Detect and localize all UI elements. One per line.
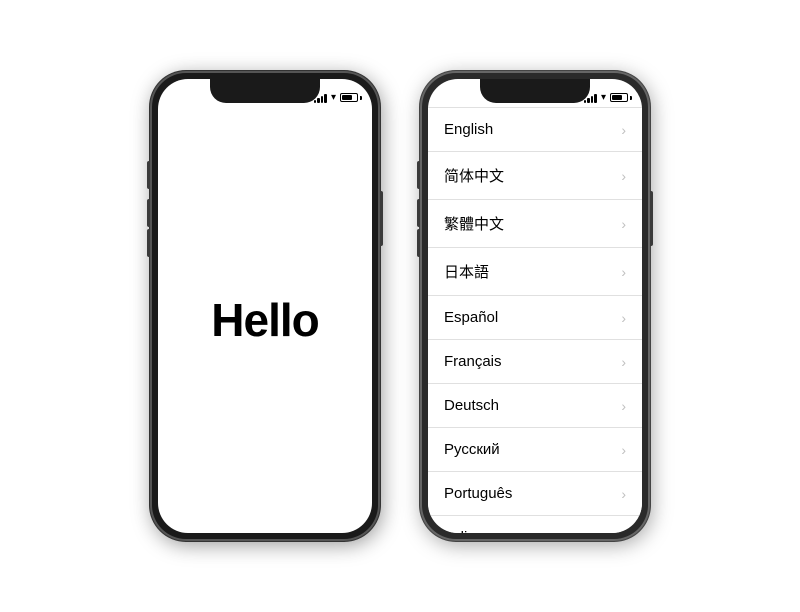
chevron-right-icon: › xyxy=(621,168,626,184)
language-item[interactable]: Português › xyxy=(428,472,642,516)
phone-1: ▾ Hello xyxy=(150,71,380,541)
status-icons-2: ▾ xyxy=(584,92,628,103)
language-item[interactable]: Français › xyxy=(428,340,642,384)
battery-icon-1 xyxy=(340,93,358,102)
language-label: Français xyxy=(444,353,502,370)
language-item[interactable]: English › xyxy=(428,107,642,152)
phone-2: ▾ English›简体中文›繁體中文›日本語›Español›Français… xyxy=(420,71,650,541)
language-label: Deutsch xyxy=(444,397,499,414)
language-label: 繁體中文 xyxy=(444,213,504,234)
language-item[interactable]: Español › xyxy=(428,296,642,340)
language-item[interactable]: 简体中文 › xyxy=(428,152,642,200)
notch-2 xyxy=(480,79,590,103)
notch-1 xyxy=(210,79,320,103)
language-screen: English›简体中文›繁體中文›日本語›Español›Français›D… xyxy=(428,107,642,533)
phone-2-screen: ▾ English›简体中文›繁體中文›日本語›Español›Français… xyxy=(428,79,642,533)
wifi-icon-1: ▾ xyxy=(331,92,336,103)
chevron-right-icon: › xyxy=(621,530,626,534)
chevron-right-icon: › xyxy=(621,216,626,232)
language-item[interactable]: 日本語 › xyxy=(428,248,642,296)
language-item[interactable]: Deutsch › xyxy=(428,384,642,428)
chevron-right-icon: › xyxy=(621,442,626,458)
language-list: English›简体中文›繁體中文›日本語›Español›Français›D… xyxy=(428,107,642,533)
language-label: English xyxy=(444,121,493,138)
language-item[interactable]: Italiano › xyxy=(428,516,642,533)
chevron-right-icon: › xyxy=(621,122,626,138)
language-label: 日本語 xyxy=(444,261,489,282)
language-label: Italiano xyxy=(444,529,492,533)
chevron-right-icon: › xyxy=(621,486,626,502)
hello-label: Hello xyxy=(211,293,318,347)
language-item[interactable]: Русский › xyxy=(428,428,642,472)
language-label: Español xyxy=(444,309,498,326)
language-label: Português xyxy=(444,485,512,502)
chevron-right-icon: › xyxy=(621,354,626,370)
chevron-right-icon: › xyxy=(621,264,626,280)
status-icons-1: ▾ xyxy=(314,92,358,103)
wifi-icon-2: ▾ xyxy=(601,92,606,103)
chevron-right-icon: › xyxy=(621,310,626,326)
language-label: 简体中文 xyxy=(444,165,504,186)
language-item[interactable]: 繁體中文 › xyxy=(428,200,642,248)
chevron-right-icon: › xyxy=(621,398,626,414)
language-label: Русский xyxy=(444,441,500,458)
battery-icon-2 xyxy=(610,93,628,102)
phone-1-screen: ▾ Hello xyxy=(158,79,372,533)
hello-screen: Hello xyxy=(158,107,372,533)
